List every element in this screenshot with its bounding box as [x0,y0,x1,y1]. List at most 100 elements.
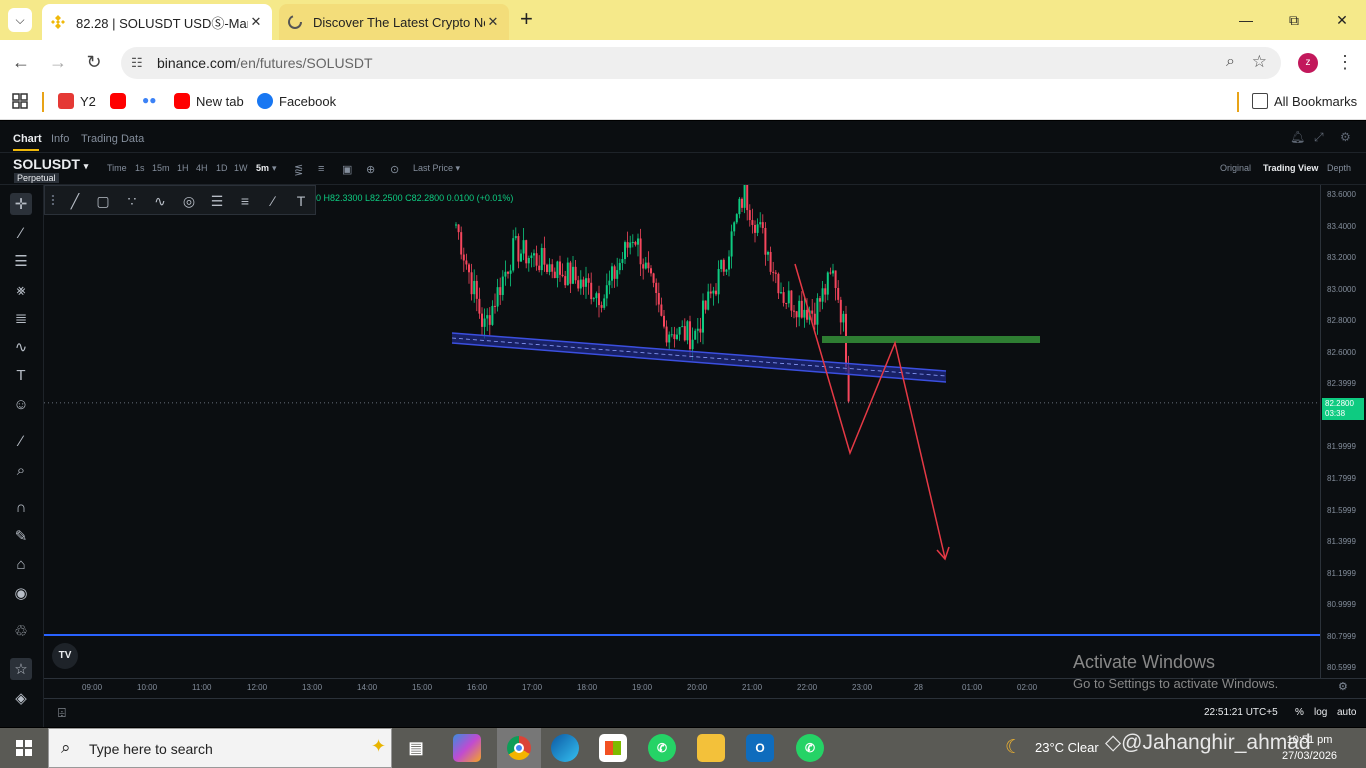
address-bar[interactable]: ☷ binance.com/en/futures/SOLUSDT ⌕ ☆ [121,47,1281,79]
forecast-icon[interactable]: ≣ [10,307,32,329]
minimize-icon[interactable]: — [1222,0,1270,40]
interval-5m[interactable]: 5m [256,163,269,173]
chart-app: Chart Info Trading Data 🔔︎ ⤢ ⚙ SOLUSDT ▾… [0,121,1366,727]
store-icon[interactable] [599,734,627,762]
new-tab-button[interactable]: + [520,8,533,30]
auto-toggle[interactable]: auto [1337,707,1356,718]
taskbar-search[interactable]: ⌕ Type here to search ✦ [48,728,392,768]
pattern-icon[interactable]: ⨳ [10,279,32,301]
chart-type-icon[interactable]: ⪏ [294,163,303,176]
profile-avatar[interactable]: z [1298,53,1318,73]
bookmark-facebook[interactable]: Facebook [257,93,336,109]
close-tab-icon[interactable]: ✕ [248,14,264,30]
system-clock[interactable]: 10:51 pm 27/03/2026 [1282,732,1337,764]
bookmark-y2[interactable]: Y2 [58,93,96,109]
percent-toggle[interactable]: % [1295,707,1304,718]
price-type-selector[interactable]: Last Price ▾ [413,163,460,174]
chrome-app[interactable] [497,728,541,768]
brush-icon[interactable]: ∿ [10,336,32,358]
price-scale[interactable]: 83.6000 83.4000 83.2000 83.0000 82.8000 … [1320,185,1366,678]
crosshair-icon[interactable]: ✛ [10,193,32,215]
whatsapp-icon[interactable]: ✆ [796,734,824,762]
favorite-star-icon[interactable]: ☆ [10,658,32,680]
interval-4h[interactable]: 4H [196,163,208,173]
outlook-icon[interactable]: O [746,734,774,762]
lock-icon[interactable]: ⌂ [10,553,32,575]
interval-1s[interactable]: 1s [135,163,145,173]
candle-body [499,287,502,295]
bookmark-star-icon[interactable]: ☆ [1252,52,1267,72]
close-tab-icon[interactable]: ✕ [485,14,501,30]
view-depth[interactable]: Depth [1327,163,1351,173]
candle-body [553,271,556,278]
candle-body [514,236,517,239]
all-bookmarks[interactable]: All Bookmarks [1252,93,1357,109]
task-view-icon[interactable]: ▤ [402,734,430,762]
time-tick: 19:00 [632,683,653,692]
candle-body [694,330,697,340]
indicators-icon[interactable]: ≡ [318,163,324,175]
file-explorer-icon[interactable] [697,734,725,762]
candle-body [761,222,764,228]
trendline-icon[interactable]: ∕ [10,222,32,244]
interval-15m[interactable]: 15m [152,163,170,173]
settings-icon[interactable]: ⚙ [1340,130,1351,144]
interval-time[interactable]: Time [107,163,127,173]
zoom-in-icon[interactable]: ⌕ [10,459,32,481]
close-window-icon[interactable]: ✕ [1318,0,1366,40]
eye-icon[interactable]: ◉ [10,582,32,604]
zoom-icon[interactable]: ⌕ [1226,53,1235,71]
bookmark-bluedots[interactable]: ●● [142,93,164,109]
interval-1w[interactable]: 1W [234,163,248,173]
bookmark-new-tab[interactable]: New tab [174,93,244,109]
layers-icon[interactable]: ◈ [10,687,32,709]
reload-icon[interactable]: ↻ [83,52,105,73]
weather-text[interactable]: 23°C Clear [1035,740,1099,755]
scale-settings-icon[interactable]: ⚙ [1338,680,1348,693]
tab-chart[interactable]: Chart [13,133,42,145]
log-toggle[interactable]: log [1314,707,1327,718]
add-icon[interactable]: ⊕ [366,163,375,176]
drawing-toolbar: ✛ ∕ ☰ ⨳ ≣ ∿ T ☺ ∕ ⌕ ∩ ✎ ⌂ ◉ ♲ ☆ ◈ [0,185,44,727]
tab-search-button[interactable]: ⌵ [8,8,32,32]
stay-drawing-icon[interactable]: ✎ [10,525,32,547]
trash-icon[interactable]: ♲ [10,620,32,642]
restore-icon[interactable]: ⧉ [1270,0,1318,40]
start-button[interactable] [0,728,48,768]
tab-trading-data[interactable]: Trading Data [81,133,144,145]
tab-binance[interactable]: 82.28 | SOLUSDT USDⓈ-Margin ✕ [42,4,272,40]
date-range-icon[interactable]: ⌹ [58,705,66,721]
interval-1d[interactable]: 1D [216,163,228,173]
browser-menu-icon[interactable]: ⋮ [1336,52,1354,73]
back-icon[interactable]: ← [10,52,32,73]
compare-icon[interactable]: ⊙ [390,163,399,176]
view-trading-view[interactable]: Trading View [1263,163,1318,173]
magnet-icon[interactable]: ∩ [10,496,32,518]
alert-icon[interactable]: 🔔︎ [1290,130,1305,144]
view-original[interactable]: Original [1220,163,1251,173]
chevron-down-icon[interactable]: ▾ [272,163,277,174]
whatsapp-icon[interactable]: ✆ [648,734,676,762]
candle-body [465,260,468,265]
tradingview-logo[interactable]: TV [52,643,78,669]
forward-icon[interactable]: → [47,52,69,73]
time-tick: 15:00 [412,683,433,692]
candle-body [806,309,808,320]
expand-icon[interactable]: ⤢ [1314,130,1324,145]
copilot-icon[interactable] [453,734,481,762]
camera-icon[interactable]: ▣ [342,163,352,176]
fib-icon[interactable]: ☰ [10,250,32,272]
apps-grid-icon[interactable] [12,93,28,109]
site-info-icon[interactable]: ☷ [131,55,143,71]
utc-clock[interactable]: 22:51:21 UTC+5 [1204,707,1278,718]
ruler-icon[interactable]: ∕ [10,430,32,452]
tab-info[interactable]: Info [51,133,69,145]
interval-1h[interactable]: 1H [177,163,189,173]
bookmark-youtube[interactable] [110,93,132,109]
edge-icon[interactable] [551,734,579,762]
text-icon[interactable]: T [10,364,32,386]
symbol-selector[interactable]: SOLUSDT ▾ [13,156,88,172]
tab-crypto-news[interactable]: Discover The Latest Crypto New ✕ [279,4,509,40]
emoji-icon[interactable]: ☺ [10,393,32,415]
price-chart[interactable] [44,185,1320,678]
